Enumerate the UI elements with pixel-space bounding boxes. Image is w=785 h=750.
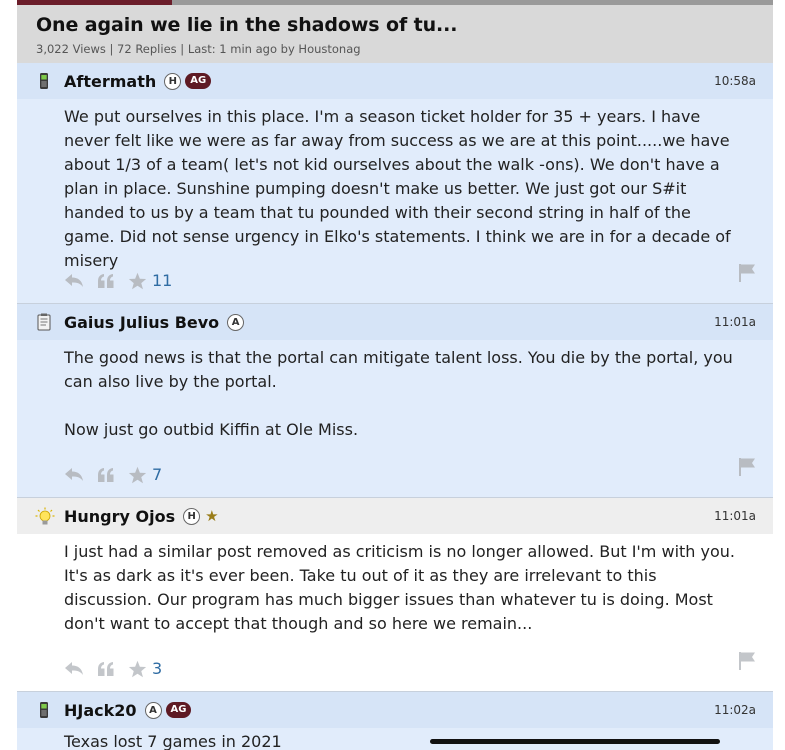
- thread-meta: 3,022 Views | 72 Replies | Last: 1 min a…: [36, 42, 361, 56]
- flag-button[interactable]: [738, 651, 756, 674]
- home-indicator[interactable]: [430, 739, 720, 744]
- quote-icon: [98, 467, 114, 482]
- phone-icon: [35, 72, 53, 90]
- reply-button[interactable]: [64, 273, 84, 289]
- quote-icon: [98, 273, 114, 288]
- thread-title: One again we lie in the shadows of tu...: [36, 14, 458, 36]
- flag-button[interactable]: [738, 263, 756, 286]
- post-paragraph: Now just go outbid Kiffin at Ole Miss.: [64, 420, 359, 439]
- badge-h: H: [164, 72, 182, 90]
- post-header: Gaius Julius Bevo A 11:01a: [17, 304, 773, 340]
- flag-icon: [739, 652, 755, 670]
- like-count: 7: [152, 465, 163, 484]
- post-author[interactable]: Hungry Ojos: [64, 507, 175, 526]
- post-time: 10:58a: [714, 74, 756, 88]
- quote-button[interactable]: [97, 661, 115, 677]
- post-header: Hungry Ojos H ★ 11:01a: [17, 498, 773, 534]
- lightbulb-icon: [35, 507, 55, 525]
- quote-button[interactable]: [97, 467, 115, 483]
- badge-h: H: [183, 507, 201, 525]
- like-count: 11: [152, 271, 173, 290]
- like-count: 3: [152, 659, 163, 678]
- post-header: Aftermath H AG 10:58a: [17, 63, 773, 99]
- post-body: The good news is that the portal can mit…: [17, 340, 773, 442]
- quote-button[interactable]: [97, 273, 115, 289]
- star-icon: [128, 466, 147, 483]
- badge-a: A: [144, 701, 162, 719]
- like-button[interactable]: 3: [128, 659, 162, 678]
- post-actions: 7: [64, 465, 175, 484]
- post: Hungry Ojos H ★ 11:01a I just had a simi…: [17, 498, 773, 692]
- reply-icon: [65, 661, 83, 675]
- post-time: 11:02a: [714, 703, 756, 717]
- reply-button[interactable]: [64, 661, 84, 677]
- post: Gaius Julius Bevo A 11:01a The good news…: [17, 304, 773, 498]
- post-paragraph: We put ourselves in this place. I'm a se…: [64, 107, 731, 270]
- flag-icon: [739, 264, 755, 282]
- post-body: I just had a similar post removed as cri…: [17, 534, 773, 636]
- post-author[interactable]: Gaius Julius Bevo: [64, 313, 219, 332]
- like-button[interactable]: 7: [128, 465, 162, 484]
- notepad-icon: [35, 313, 53, 331]
- badge-ag: AG: [185, 73, 212, 89]
- like-button[interactable]: 11: [128, 271, 172, 290]
- flag-button[interactable]: [738, 457, 756, 480]
- star-icon: [128, 660, 147, 677]
- badge-ag: AG: [165, 702, 192, 718]
- star-icon: [128, 272, 147, 289]
- phone-icon: [35, 701, 53, 719]
- reply-button[interactable]: [64, 467, 84, 483]
- post-actions: 3: [64, 659, 175, 678]
- post-author[interactable]: Aftermath: [64, 72, 156, 91]
- post: Aftermath H AG 10:58a We put ourselves i…: [17, 63, 773, 304]
- reply-icon: [65, 467, 83, 481]
- quote-icon: [98, 661, 114, 676]
- post-time: 11:01a: [714, 509, 756, 523]
- post-actions: 11: [64, 271, 185, 290]
- post-author[interactable]: HJack20: [64, 701, 137, 720]
- post-paragraph: I just had a similar post removed as cri…: [64, 542, 735, 633]
- reply-icon: [65, 273, 83, 287]
- badge-a: A: [227, 313, 245, 331]
- post-time: 11:01a: [714, 315, 756, 329]
- post-paragraph: The good news is that the portal can mit…: [64, 348, 733, 391]
- flag-icon: [739, 458, 755, 476]
- thread-header: One again we lie in the shadows of tu...…: [17, 5, 773, 63]
- post-header: HJack20 A AG 11:02a: [17, 692, 773, 728]
- badge-star-icon: ★: [205, 506, 219, 525]
- post-body: We put ourselves in this place. I'm a se…: [17, 99, 773, 273]
